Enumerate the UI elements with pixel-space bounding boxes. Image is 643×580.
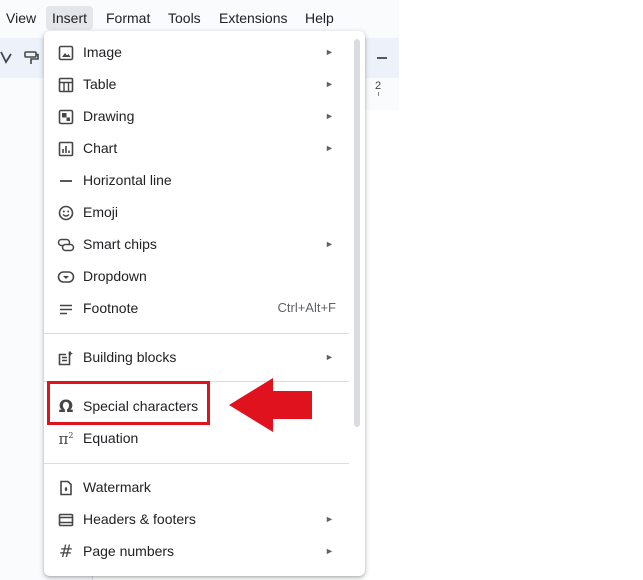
- menu-item-headers-footers[interactable]: Headers & footers ►: [44, 503, 354, 535]
- emoji-icon: [57, 204, 75, 222]
- menu-insert[interactable]: Insert: [46, 6, 94, 30]
- menu-item-watermark[interactable]: Watermark: [44, 471, 354, 503]
- submenu-arrow-icon: ►: [325, 47, 334, 57]
- menu-separator: [44, 463, 349, 464]
- menu-item-label: Footnote: [83, 300, 139, 316]
- menu-item-label: Page numbers: [83, 543, 175, 559]
- menu-view[interactable]: View: [0, 6, 42, 30]
- keyboard-shortcut: Ctrl+Alt+F: [277, 300, 336, 315]
- menu-item-chart[interactable]: Chart ►: [44, 132, 354, 164]
- building-blocks-icon: [57, 349, 75, 367]
- pointer-arrow-icon: [229, 378, 312, 432]
- highlight-box: [47, 381, 210, 425]
- footnote-icon: [57, 300, 75, 318]
- menu-item-label: Chart: [83, 140, 118, 156]
- decrease-font-size-icon[interactable]: [375, 50, 389, 71]
- menu-format[interactable]: Format: [100, 6, 156, 30]
- smart-chips-icon: [57, 236, 75, 254]
- menu-item-table[interactable]: Table ►: [44, 68, 354, 100]
- menu-item-label: Dropdown: [83, 268, 147, 284]
- menu-item-footnote[interactable]: Footnote Ctrl+Alt+F: [44, 292, 354, 324]
- menu-item-emoji[interactable]: Emoji: [44, 196, 354, 228]
- menu-item-smart-chips[interactable]: Smart chips ►: [44, 228, 354, 260]
- menu-item-label: Drawing: [83, 108, 135, 124]
- menu-separator: [44, 333, 349, 334]
- menu-item-label: Watermark: [83, 479, 151, 495]
- drawing-icon: [57, 108, 75, 126]
- submenu-arrow-icon: ►: [325, 514, 334, 524]
- menu-item-label: Emoji: [83, 204, 119, 220]
- pi-icon: π2: [58, 430, 74, 448]
- menu-item-label: Equation: [83, 430, 139, 446]
- menu-item-drawing[interactable]: Drawing ►: [44, 100, 354, 132]
- menu-scrollbar[interactable]: [354, 39, 360, 427]
- menu-item-building-blocks[interactable]: Building blocks ►: [44, 341, 354, 373]
- spellcheck-icon[interactable]: [0, 50, 12, 71]
- menu-item-label: Table: [83, 76, 117, 92]
- paint-format-icon[interactable]: [23, 50, 39, 71]
- chart-icon: [57, 140, 75, 158]
- menu-bar: View Insert Format Tools Extensions Help: [0, 0, 399, 34]
- horizontal-line-icon: [57, 172, 75, 190]
- submenu-arrow-icon: ►: [325, 79, 334, 89]
- submenu-arrow-icon: ►: [325, 143, 334, 153]
- watermark-icon: [57, 479, 75, 497]
- menu-item-page-numbers[interactable]: # Page numbers ►: [44, 535, 354, 567]
- submenu-arrow-icon: ►: [325, 546, 334, 556]
- dropdown-icon: [57, 268, 75, 286]
- menu-item-label: Building blocks: [83, 349, 177, 365]
- hash-icon: #: [58, 542, 74, 562]
- menu-item-label: Image: [83, 44, 122, 60]
- headers-footers-icon: [57, 511, 75, 529]
- submenu-arrow-icon: ►: [325, 111, 334, 121]
- menu-item-horizontal-line[interactable]: Horizontal line: [44, 164, 354, 196]
- table-icon: [57, 76, 75, 94]
- image-icon: [57, 44, 75, 62]
- menu-item-label: Headers & footers: [83, 511, 196, 527]
- ruler-tick-label: 2: [375, 80, 382, 92]
- menu-item-label: Smart chips: [83, 236, 157, 252]
- submenu-arrow-icon: ►: [325, 239, 334, 249]
- menu-item-dropdown[interactable]: Dropdown: [44, 260, 354, 292]
- menu-help[interactable]: Help: [299, 6, 340, 30]
- menu-item-label: Horizontal line: [83, 172, 172, 188]
- menu-item-image[interactable]: Image ►: [44, 36, 354, 68]
- menu-extensions[interactable]: Extensions: [213, 6, 293, 30]
- menu-tools[interactable]: Tools: [162, 6, 207, 30]
- submenu-arrow-icon: ►: [325, 352, 334, 362]
